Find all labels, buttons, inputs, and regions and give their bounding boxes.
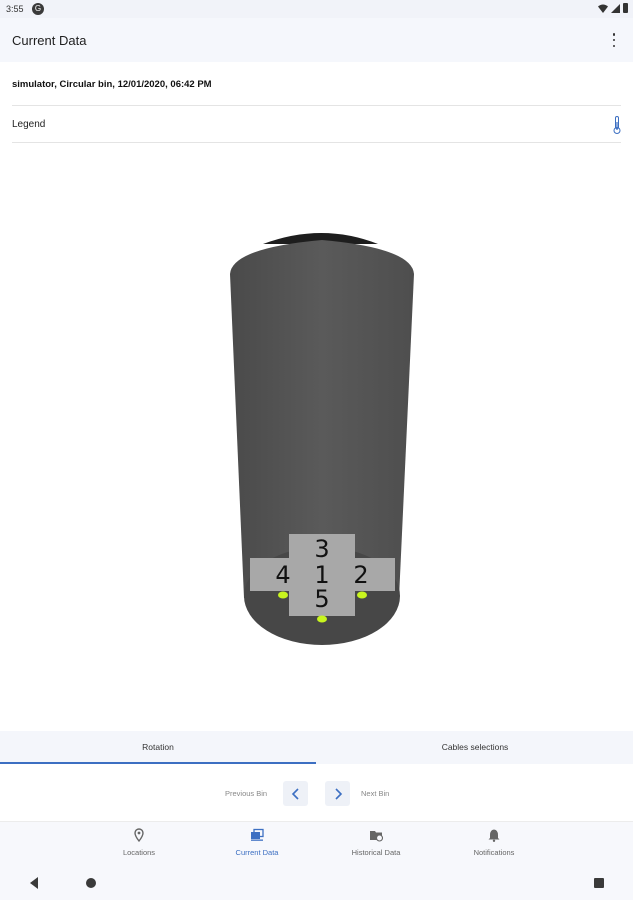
previous-bin-button[interactable] [283, 781, 308, 806]
system-navigation-bar [0, 866, 633, 900]
nav-label: Locations [122, 848, 156, 857]
battery-icon [623, 3, 628, 13]
status-indicators [598, 3, 628, 13]
status-time: 3:55 [6, 4, 24, 14]
back-icon[interactable] [28, 876, 40, 890]
cable-label: 2 [353, 561, 368, 589]
bin-model[interactable]: 3 4 1 2 5 [0, 150, 633, 728]
bottom-navigation: Locations Current Data Historical Data N… [0, 821, 633, 866]
bin-navigation: Previous Bin Next Bin [0, 777, 633, 809]
recents-icon[interactable] [594, 878, 604, 888]
cable-label: 3 [314, 535, 329, 563]
nav-notifications[interactable]: Notifications [434, 822, 554, 867]
tab-cables-selections[interactable]: Cables selections [317, 731, 633, 764]
chevron-right-icon [334, 787, 342, 800]
nav-locations[interactable]: Locations [79, 822, 199, 867]
divider [12, 105, 621, 106]
status-app-icon: G [32, 3, 44, 15]
cable-label: 4 [275, 561, 290, 589]
page-title: Current Data [12, 33, 87, 48]
status-bar: 3:55 G [0, 0, 633, 18]
home-icon[interactable] [86, 878, 96, 888]
tab-indicator [0, 762, 316, 764]
sensor-dot[interactable] [317, 615, 327, 623]
next-bin-label: Next Bin [361, 789, 390, 798]
historical-data-icon [370, 831, 383, 842]
bin-info-header: simulator, Circular bin, 12/01/2020, 06:… [12, 79, 212, 90]
nav-current-data[interactable]: Current Data [197, 822, 317, 867]
previous-bin-label: Previous Bin [225, 789, 268, 798]
signal-icon [611, 3, 620, 13]
sensor-dot[interactable] [357, 591, 367, 599]
next-bin-button[interactable] [325, 781, 350, 806]
nav-label: Current Data [235, 848, 279, 857]
bin-3d-viewport[interactable]: 3 4 1 2 5 [0, 150, 633, 728]
location-pin-icon [134, 828, 144, 842]
chevron-left-icon [291, 787, 299, 800]
nav-historical-data[interactable]: Historical Data [316, 822, 436, 867]
thermometer-icon[interactable] [613, 116, 621, 134]
more-vert-icon[interactable] [611, 33, 617, 47]
tab-bar: Rotation Cables selections [0, 731, 633, 764]
divider [12, 142, 621, 143]
wifi-icon [598, 4, 608, 13]
sensor-dot[interactable] [278, 591, 288, 599]
current-data-icon [251, 828, 264, 841]
nav-label: Notifications [473, 848, 515, 857]
cable-label: 5 [314, 585, 329, 613]
legend-row[interactable]: Legend [0, 108, 633, 142]
legend-label: Legend [12, 119, 46, 130]
bell-icon [488, 829, 500, 842]
app-bar: Current Data [0, 18, 633, 62]
nav-label: Historical Data [351, 848, 401, 857]
tab-rotation[interactable]: Rotation [0, 731, 316, 764]
